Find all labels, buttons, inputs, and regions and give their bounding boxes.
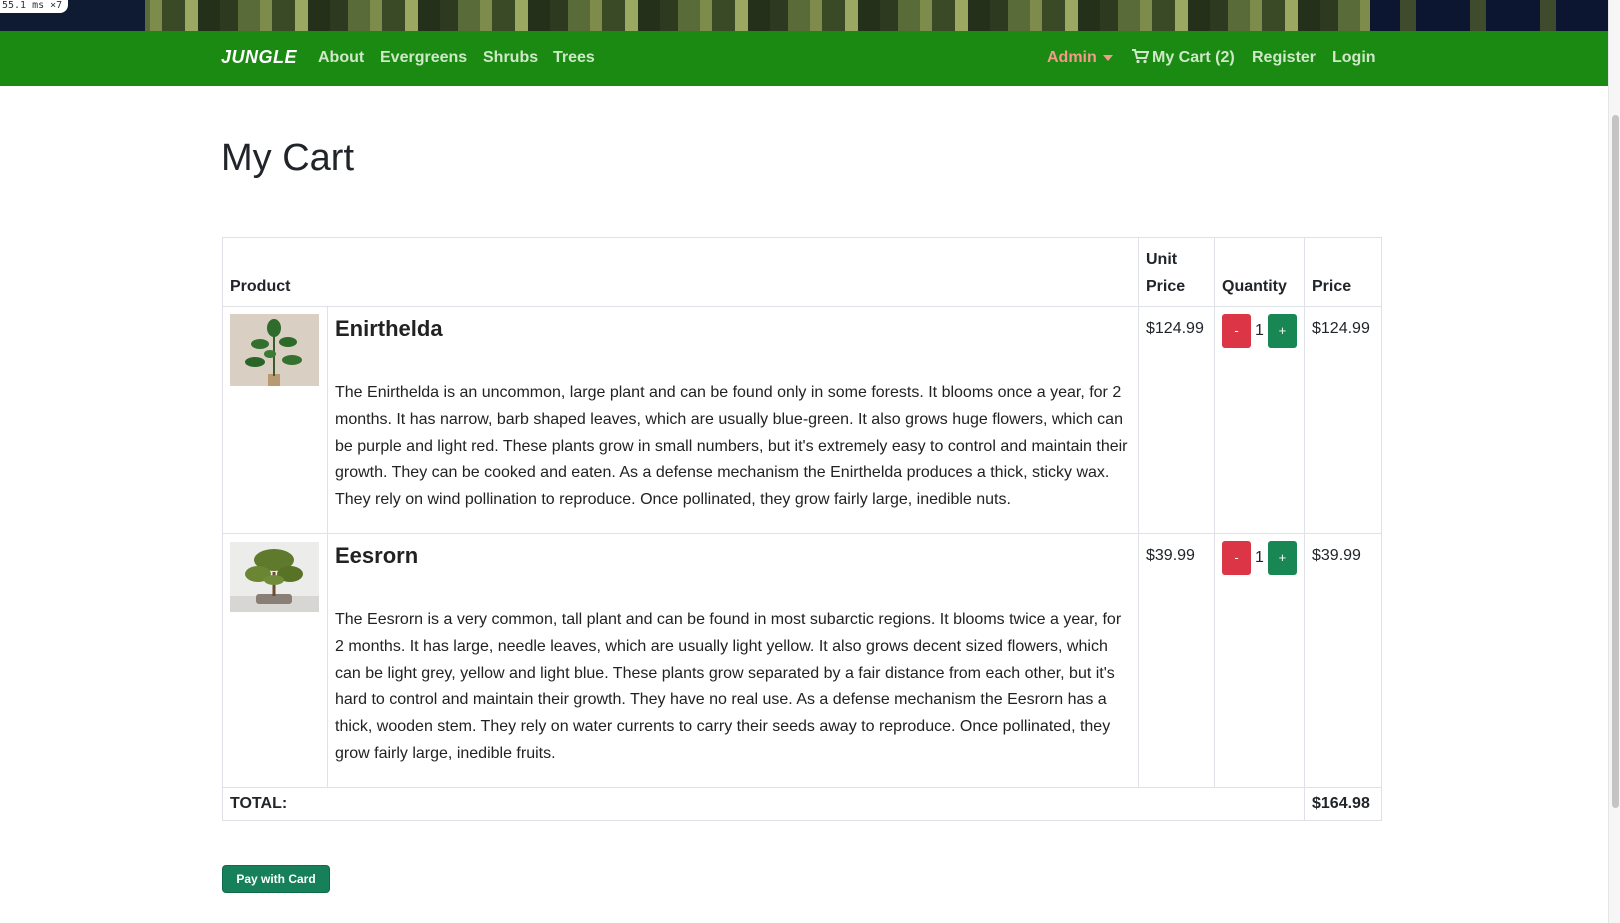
nav-link-register[interactable]: Register: [1252, 49, 1316, 67]
quantity-cell: - 1 +: [1214, 532, 1305, 788]
increase-quantity-button[interactable]: +: [1267, 540, 1297, 575]
page-scrollbar[interactable]: [1608, 0, 1620, 923]
product-image-cell: [222, 532, 328, 788]
decrease-quantity-button[interactable]: -: [1222, 314, 1251, 348]
product-name: Enirthelda: [335, 316, 443, 341]
quantity-stepper: - 1 +: [1222, 540, 1297, 575]
total-value: $164.98: [1304, 786, 1382, 821]
product-info-cell: Enirthelda The Enirthelda is an uncommon…: [327, 306, 1139, 534]
scrollbar-thumb[interactable]: [1612, 115, 1619, 808]
nav-link-cart[interactable]: My Cart (2): [1132, 49, 1235, 67]
unit-price: $124.99: [1146, 320, 1204, 337]
banner-dark-right: [1370, 0, 1608, 31]
unit-price: $39.99: [1146, 546, 1195, 564]
perf-badge: 55.1 ms ×7: [0, 0, 69, 13]
increase-quantity-button[interactable]: +: [1267, 314, 1297, 348]
cart-label: My Cart (2): [1152, 49, 1235, 66]
nav-link-login[interactable]: Login: [1332, 49, 1376, 67]
line-price-cell: $39.99: [1304, 532, 1382, 788]
quantity-value: 1: [1255, 548, 1264, 566]
total-label: TOTAL:: [222, 786, 1305, 821]
brand-logo[interactable]: JUNGLE: [221, 47, 297, 68]
unit-price-cell: $39.99: [1138, 532, 1215, 788]
total-row: TOTAL: $164.98: [222, 786, 1382, 821]
table-row: Eesrorn The Eesrorn is a very common, ta…: [222, 532, 1382, 788]
caret-down-icon: [1102, 54, 1113, 61]
header-banner-image: [0, 0, 1608, 31]
header-unit-price: Unit Price: [1138, 237, 1215, 307]
unit-price-cell: $124.99: [1138, 306, 1215, 534]
quantity-cell: - 1 +: [1214, 306, 1305, 534]
admin-dropdown[interactable]: Admin: [1047, 49, 1113, 67]
cart-icon: [1132, 49, 1149, 64]
line-price: $124.99: [1312, 320, 1370, 337]
top-navbar: JUNGLE About Evergreens Shrubs Trees Adm…: [0, 31, 1608, 86]
nav-link-evergreens[interactable]: Evergreens: [380, 49, 467, 67]
header-quantity: Quantity: [1214, 237, 1305, 307]
table-header-row: Product Unit Price Quantity Price: [222, 237, 1382, 307]
nav-link-about[interactable]: About: [318, 49, 364, 67]
product-info-cell: Eesrorn The Eesrorn is a very common, ta…: [327, 532, 1139, 788]
table-row: Enirthelda The Enirthelda is an uncommon…: [222, 306, 1382, 534]
product-description: The Eesrorn is a very common, tall plant…: [335, 610, 1122, 762]
quantity-value: 1: [1255, 322, 1264, 339]
admin-label: Admin: [1047, 49, 1097, 66]
header-product: Product: [222, 237, 1139, 307]
pay-with-card-button[interactable]: Pay with Card: [222, 865, 330, 893]
line-price: $39.99: [1312, 546, 1361, 564]
product-image-eesrorn[interactable]: [230, 541, 319, 613]
quantity-stepper: - 1 +: [1222, 314, 1297, 348]
nav-link-shrubs[interactable]: Shrubs: [483, 49, 538, 67]
header-price: Price: [1304, 237, 1382, 307]
line-price-cell: $124.99: [1304, 306, 1382, 534]
product-image-enirthelda[interactable]: [230, 314, 319, 386]
product-image-cell: [222, 306, 328, 534]
product-description: The Enirthelda is an uncommon, large pla…: [335, 384, 1128, 509]
decrease-quantity-button[interactable]: -: [1222, 540, 1251, 575]
product-name: Eesrorn: [335, 542, 419, 568]
nav-link-trees[interactable]: Trees: [553, 49, 595, 67]
page-title: My Cart: [221, 137, 354, 179]
cart-table: Product Unit Price Quantity Price Enirth…: [222, 237, 1382, 821]
